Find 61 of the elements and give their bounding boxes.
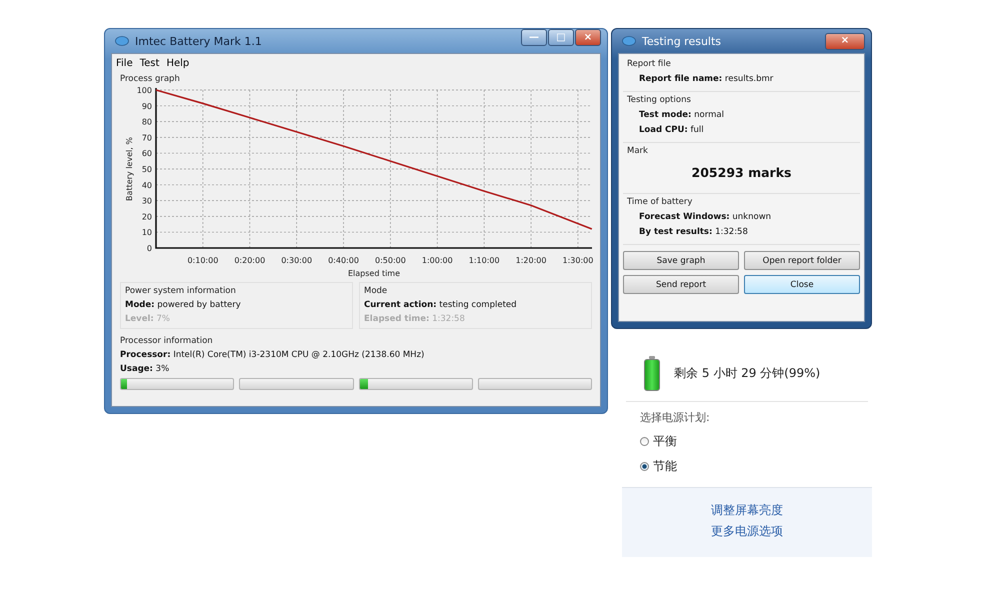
tick-label: 1:00:00 [422,256,453,265]
tick-label: 0:30:00 [281,256,312,265]
result-line: By test results: 1:32:58 [638,227,749,237]
mark-score: 205293 marks [690,164,792,182]
section-title: Mark [627,146,649,156]
section-title: Time of battery [627,197,694,207]
tick-label: 50 [142,165,152,174]
dialog-button[interactable]: Send report [623,275,739,294]
section-title: Report file [627,59,672,69]
x-axis-label: Elapsed time [348,269,400,278]
dialog-button[interactable]: Save graph [623,251,739,270]
app-icon [115,36,129,46]
menu-item[interactable]: File [116,58,133,69]
tick-label: 0:50:00 [374,256,406,265]
group-title: Power system information [125,286,237,296]
power-link[interactable]: 更多电源选项 [711,523,783,540]
plan-option[interactable]: 平衡 [640,433,854,450]
tick-label: 30 [142,196,152,206]
result-line: Forecast Windows: unknown [638,212,772,222]
window-title: Testing results [642,34,722,48]
group-title: Processor information [120,336,214,346]
radio-button[interactable] [640,437,649,446]
tick-label: 80 [142,118,152,127]
result-line: Report file name: results.bmr [638,74,774,84]
tick-label: 0 [146,244,152,253]
section-title: Testing options [627,95,692,105]
tick-label: 70 [142,133,152,142]
tick-label: 0:40:00 [328,256,359,265]
info-line: Current action: testing completed [364,300,518,310]
battery-remaining: 剩余 5 小时 29 分钟(99%) [674,364,820,382]
tick-label: 1:10:00 [468,256,500,265]
info-line: Processor: Intel(R) Core(TM) i3-2310M CPU @ 2.10GHz (2138.60 MHz) [120,350,426,360]
plan-option[interactable]: 节能 [640,458,854,475]
result-line: Load CPU: full [638,125,705,135]
menu-item[interactable]: Help [166,58,190,69]
group-title: Mode [364,286,388,296]
dialog-button[interactable]: Open report folder [744,251,860,270]
info-line: Elapsed time: 1:32:58 [364,314,466,324]
info-line: Usage: 3% [120,364,170,374]
info-line: Level: 7% [125,314,171,324]
dialog-button[interactable]: Close [744,275,860,294]
tick-label: 40 [142,180,152,190]
window-title: Imtec Battery Mark 1.1 [135,34,263,48]
tick-label: 1:30:00 [562,256,594,265]
tick-label: 0:20:00 [234,256,266,265]
info-line: Mode: powered by battery [125,300,242,310]
tick-label: 20 [142,212,152,222]
radio-button[interactable] [640,462,649,471]
tick-label: 0:10:00 [187,256,218,265]
menu-item[interactable]: Test [140,58,160,69]
tick-label: 10 [142,228,152,238]
app-icon [622,36,636,46]
plan-prompt: 选择电源计划: [640,410,711,425]
result-line: Test mode: normal [638,110,725,120]
group-title: Process graph [120,74,181,84]
tick-label: 90 [142,102,152,111]
tick-label: 1:20:00 [516,256,546,265]
tick-label: 60 [142,149,152,158]
y-axis-label: Battery level, % [125,137,134,201]
tick-label: 100 [136,86,152,95]
power-link[interactable]: 调整屏幕亮度 [711,502,783,519]
